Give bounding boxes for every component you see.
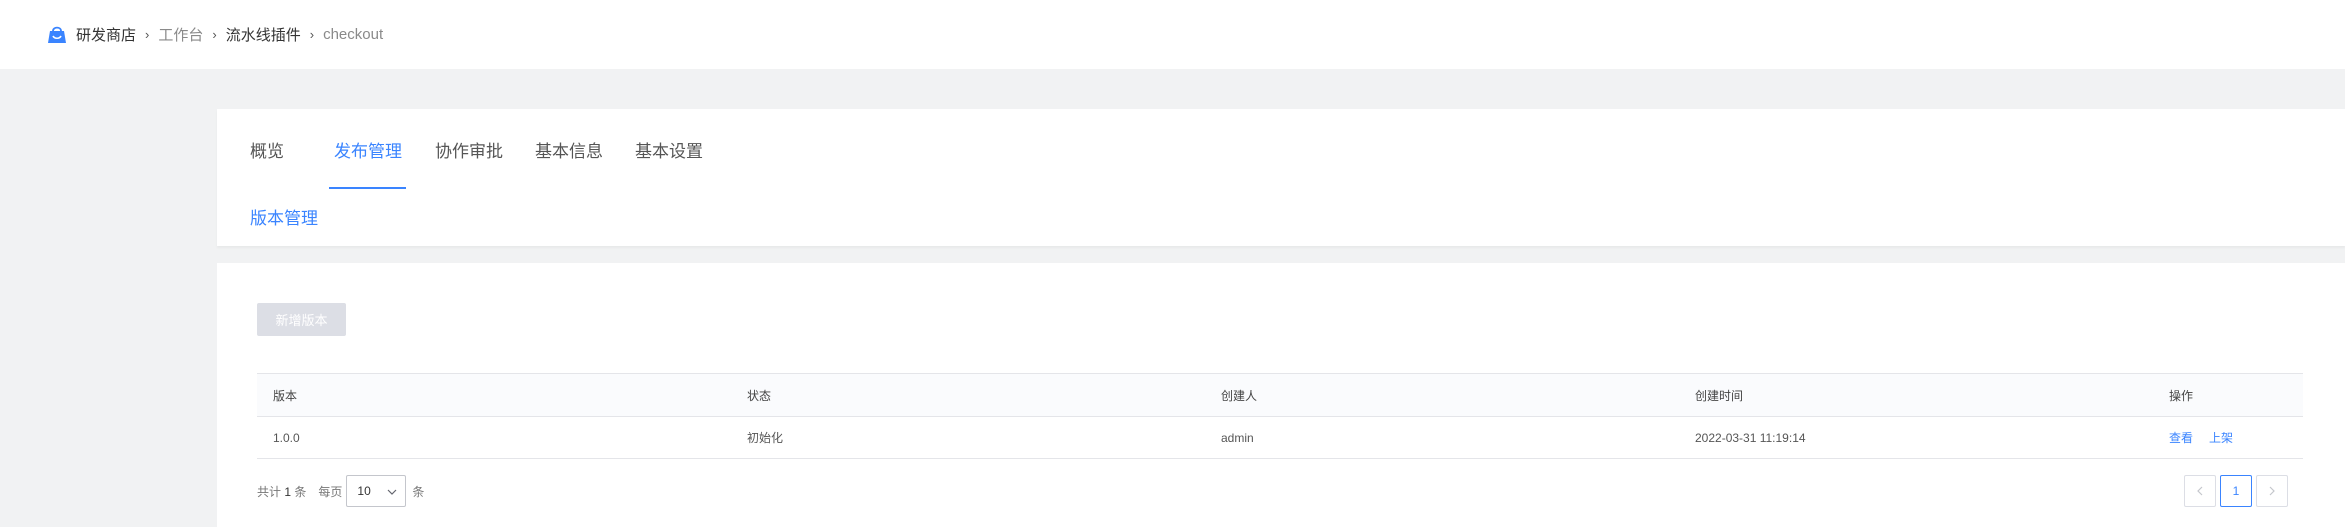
column-header-actions: 操作 [2169, 388, 2194, 403]
next-page-button[interactable] [2256, 475, 2288, 507]
top-bar: 研发商店 › 工作台 › 流水线插件 › checkout [0, 0, 2345, 69]
content-panel: 新增版本 版本 状态 创建人 创建时间 操作 1.0.0 初始化 admin 2… [217, 263, 2345, 527]
total-count: 共计 1 条 [257, 483, 306, 500]
per-page-suffix: 条 [412, 484, 425, 499]
page-size-select[interactable]: 10 [346, 475, 407, 507]
cell-status: 初始化 [747, 431, 784, 445]
add-version-button[interactable]: 新增版本 [257, 303, 346, 336]
table-header-row: 版本 状态 创建人 创建时间 操作 [257, 374, 2303, 417]
tab-basic-info[interactable]: 基本信息 [535, 137, 603, 191]
chevron-right-icon [2269, 486, 2275, 496]
page-number-button[interactable]: 1 [2220, 475, 2252, 507]
cell-actions: 查看 上架 [2169, 417, 2249, 458]
cell-version: 1.0.0 [273, 430, 300, 445]
prev-page-button[interactable] [2184, 475, 2216, 507]
store-bag-icon[interactable] [46, 25, 68, 45]
breadcrumb-item-store[interactable]: 研发商店 [76, 24, 136, 45]
total-value: 1 [284, 484, 292, 499]
breadcrumb-item-current: checkout [323, 26, 384, 43]
chevron-right-icon: › [145, 27, 150, 42]
column-header-status: 状态 [747, 388, 772, 403]
column-header-version: 版本 [273, 388, 298, 403]
per-page-label: 每页 [318, 484, 343, 499]
column-header-created-at: 创建时间 [1695, 388, 1744, 403]
total-suffix: 条 [294, 484, 307, 499]
subtab-version-management[interactable]: 版本管理 [250, 204, 318, 229]
total-prefix: 共计 [257, 484, 282, 499]
versions-table: 版本 状态 创建人 创建时间 操作 1.0.0 初始化 admin 2022-0… [257, 373, 2303, 459]
pagination-summary: 共计 1 条 每页 10 条 [257, 475, 424, 507]
page-size-value: 10 [357, 484, 371, 498]
chevron-right-icon: › [309, 27, 315, 42]
table-row: 1.0.0 初始化 admin 2022-03-31 11:19:14 查看 上… [257, 417, 2303, 459]
tabs-panel: 概览 发布管理 协作审批 基本信息 基本设置 版本管理 [217, 109, 2345, 246]
view-link[interactable]: 查看 [2169, 429, 2193, 446]
chevron-left-icon [2197, 486, 2203, 496]
pagination-controls: 1 [2184, 475, 2292, 507]
publish-link[interactable]: 上架 [2209, 429, 2233, 446]
column-header-creator: 创建人 [1221, 388, 1258, 403]
tab-collaboration-approval[interactable]: 协作审批 [435, 137, 503, 191]
cell-creator: admin [1221, 430, 1254, 445]
tab-basic-settings[interactable]: 基本设置 [635, 137, 703, 191]
breadcrumb: 研发商店 › 工作台 › 流水线插件 › checkout [76, 24, 383, 45]
cell-created-at: 2022-03-31 11:19:14 [1695, 430, 1806, 445]
tab-release-management[interactable]: 发布管理 [334, 137, 402, 191]
tab-overview[interactable]: 概览 [250, 137, 284, 191]
chevron-right-icon: › [212, 27, 217, 42]
breadcrumb-item-pipeline-plugins[interactable]: 流水线插件 [226, 24, 301, 45]
chevron-down-icon [387, 484, 397, 498]
breadcrumb-item-workbench[interactable]: 工作台 [158, 24, 203, 45]
active-tab-indicator [329, 187, 406, 189]
